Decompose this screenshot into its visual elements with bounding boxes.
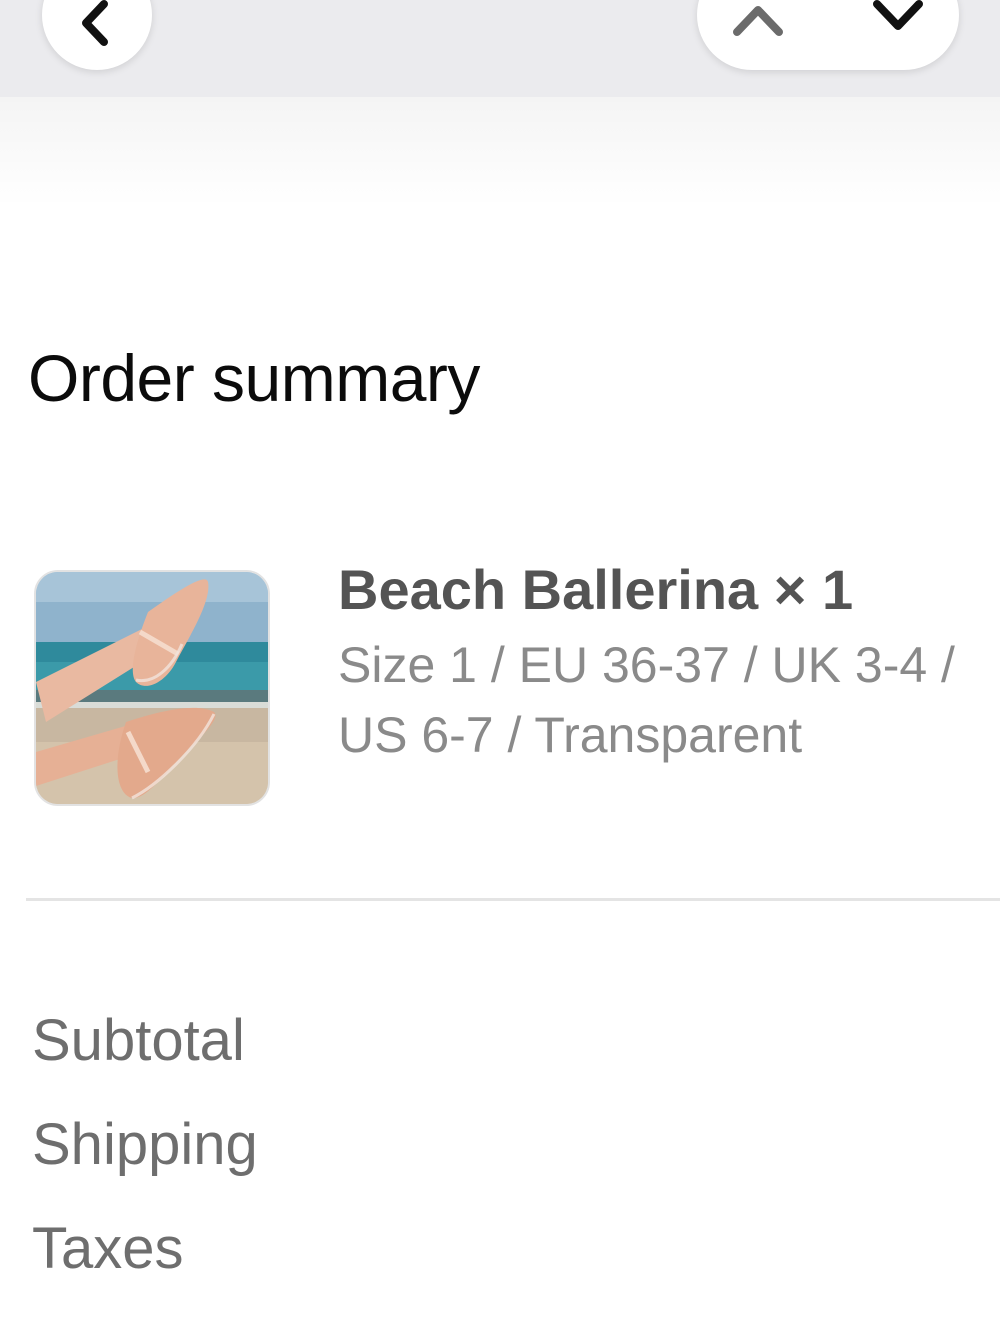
product-photo: [36, 572, 268, 804]
subtotal-label: Subtotal: [32, 1008, 245, 1073]
order-summary-title: Order summary: [28, 341, 480, 415]
taxes-label: Taxes: [32, 1216, 184, 1281]
back-button[interactable]: [42, 0, 152, 70]
checkout-page: Order summary Beach Ballerina × 1 Size 1…: [0, 0, 1000, 1333]
top-navigation-bar: [0, 0, 1000, 97]
item-navigation-pill: [697, 0, 959, 70]
previous-button[interactable]: [717, 0, 797, 60]
chevron-down-icon: [873, 0, 923, 30]
topbar-shadow: [0, 97, 1000, 207]
shipping-label: Shipping: [32, 1112, 258, 1177]
chevron-left-icon: [82, 0, 108, 46]
chevron-up-icon: [733, 6, 783, 36]
next-button[interactable]: [857, 0, 937, 60]
divider: [26, 898, 1000, 901]
product-name: Beach Ballerina × 1: [338, 558, 854, 621]
product-image: [34, 570, 270, 806]
product-variant: Size 1 / EU 36-37 / UK 3-4 / US 6-7 / Tr…: [338, 637, 955, 763]
